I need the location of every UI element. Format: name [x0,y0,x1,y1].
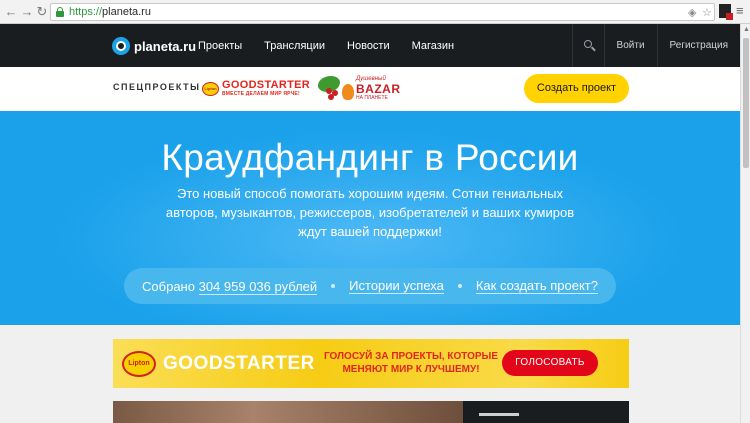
shield-icon[interactable]: ◈ [688,6,696,19]
star-icon[interactable]: ☆ [702,6,712,19]
collected-stat: Собрано 304 959 036 рублей [142,278,318,295]
goodstarter-subtitle: ВМЕСТЕ ДЕЛАЕМ МИР ЯРЧЕ! [222,91,300,97]
reload-icon[interactable]: ↻ [33,3,51,21]
nav-item-news[interactable]: Новости [347,40,390,52]
goodstarter-banner[interactable]: Lipton GOODSTARTER ГОЛОСУЙ ЗА ПРОЕКТЫ, К… [113,339,629,388]
page-scrollbar[interactable]: ▲ [740,24,750,423]
goodstarter-title: GOODSTARTER [222,79,311,91]
scroll-thumb[interactable] [743,38,749,168]
main-nav: Проекты Трансляции Новости Магазин [198,24,476,67]
hero-title: Краудфандинг в России [161,137,579,178]
register-link[interactable]: Регистрация [656,24,740,67]
url-host: planeta.ru [102,6,151,18]
planet-logo-icon [112,37,130,55]
collected-prefix: Собрано [142,278,195,294]
separator-dot [457,284,462,288]
nav-item-broadcasts[interactable]: Трансляции [264,40,325,52]
site-logo[interactable]: planeta.ru [112,35,196,57]
logo-text: planeta.ru [134,38,197,54]
vote-button[interactable]: ГОЛОСОВАТЬ [502,350,598,376]
url-scheme: https:// [69,6,103,18]
separator-dot [331,284,336,288]
special-projects-label: СПЕЦПРОЕКТЫ [113,82,201,92]
bazar-title: BAZAR [356,82,401,96]
browser-toolbar: ← → ↻ https://planeta.ru ◈ ☆ ≡ [0,0,750,24]
lock-icon [56,7,64,17]
flame-icon [342,84,354,100]
site-header: planeta.ru Проекты Трансляции Новости Ма… [0,24,740,67]
bazar-logo[interactable]: Душевный BAZAR НА ПЛАНЕТЕ [318,74,402,104]
how-to-create-link[interactable]: Как создать проект? [475,278,598,294]
project-card-image[interactable] [113,401,463,423]
banner-text: ГОЛОСУЙ ЗА ПРОЕКТЫ, КОТОРЫЕ МЕНЯЮТ МИР К… [323,351,499,375]
hero-description: Это новый способ помогать хорошим идеям.… [165,186,575,239]
login-link[interactable]: Войти [603,24,657,67]
banner-title: GOODSTARTER [163,353,315,374]
nav-item-shop[interactable]: Магазин [412,40,454,52]
url-text: https://planeta.ru [69,6,151,18]
project-card-panel[interactable] [463,401,629,423]
hero-section: Краудфандинг в России Это новый способ п… [0,111,740,325]
hero-stats-bar: Собрано 304 959 036 рублей Истории успех… [124,268,616,304]
lipton-logo-icon: Lipton [122,351,156,377]
header-actions: Войти Регистрация [571,24,740,67]
scroll-up-arrow-icon[interactable]: ▲ [743,26,750,33]
search-icon[interactable] [571,24,604,67]
bazar-bottom-text: НА ПЛАНЕТЕ [356,95,388,101]
extension-icon[interactable] [719,4,733,20]
browser-menu-icon[interactable]: ≡ [736,4,746,18]
create-project-button[interactable]: Создать проект [524,74,629,103]
success-stories-link[interactable]: Истории успеха [349,278,444,294]
berries-icon [326,88,340,100]
nav-item-projects[interactable]: Проекты [198,40,242,52]
lipton-logo-icon: Lipton [202,82,219,96]
goodstarter-logo[interactable]: Lipton GOODSTARTER ВМЕСТЕ ДЕЛАЕМ МИР ЯРЧ… [202,77,310,101]
address-bar[interactable]: https://planeta.ru ◈ ☆ [50,3,715,21]
collected-amount-link[interactable]: 304 959 036 рублей [198,278,318,295]
special-projects-bar: СПЕЦПРОЕКТЫ Lipton GOODSTARTER ВМЕСТЕ ДЕ… [0,67,740,111]
